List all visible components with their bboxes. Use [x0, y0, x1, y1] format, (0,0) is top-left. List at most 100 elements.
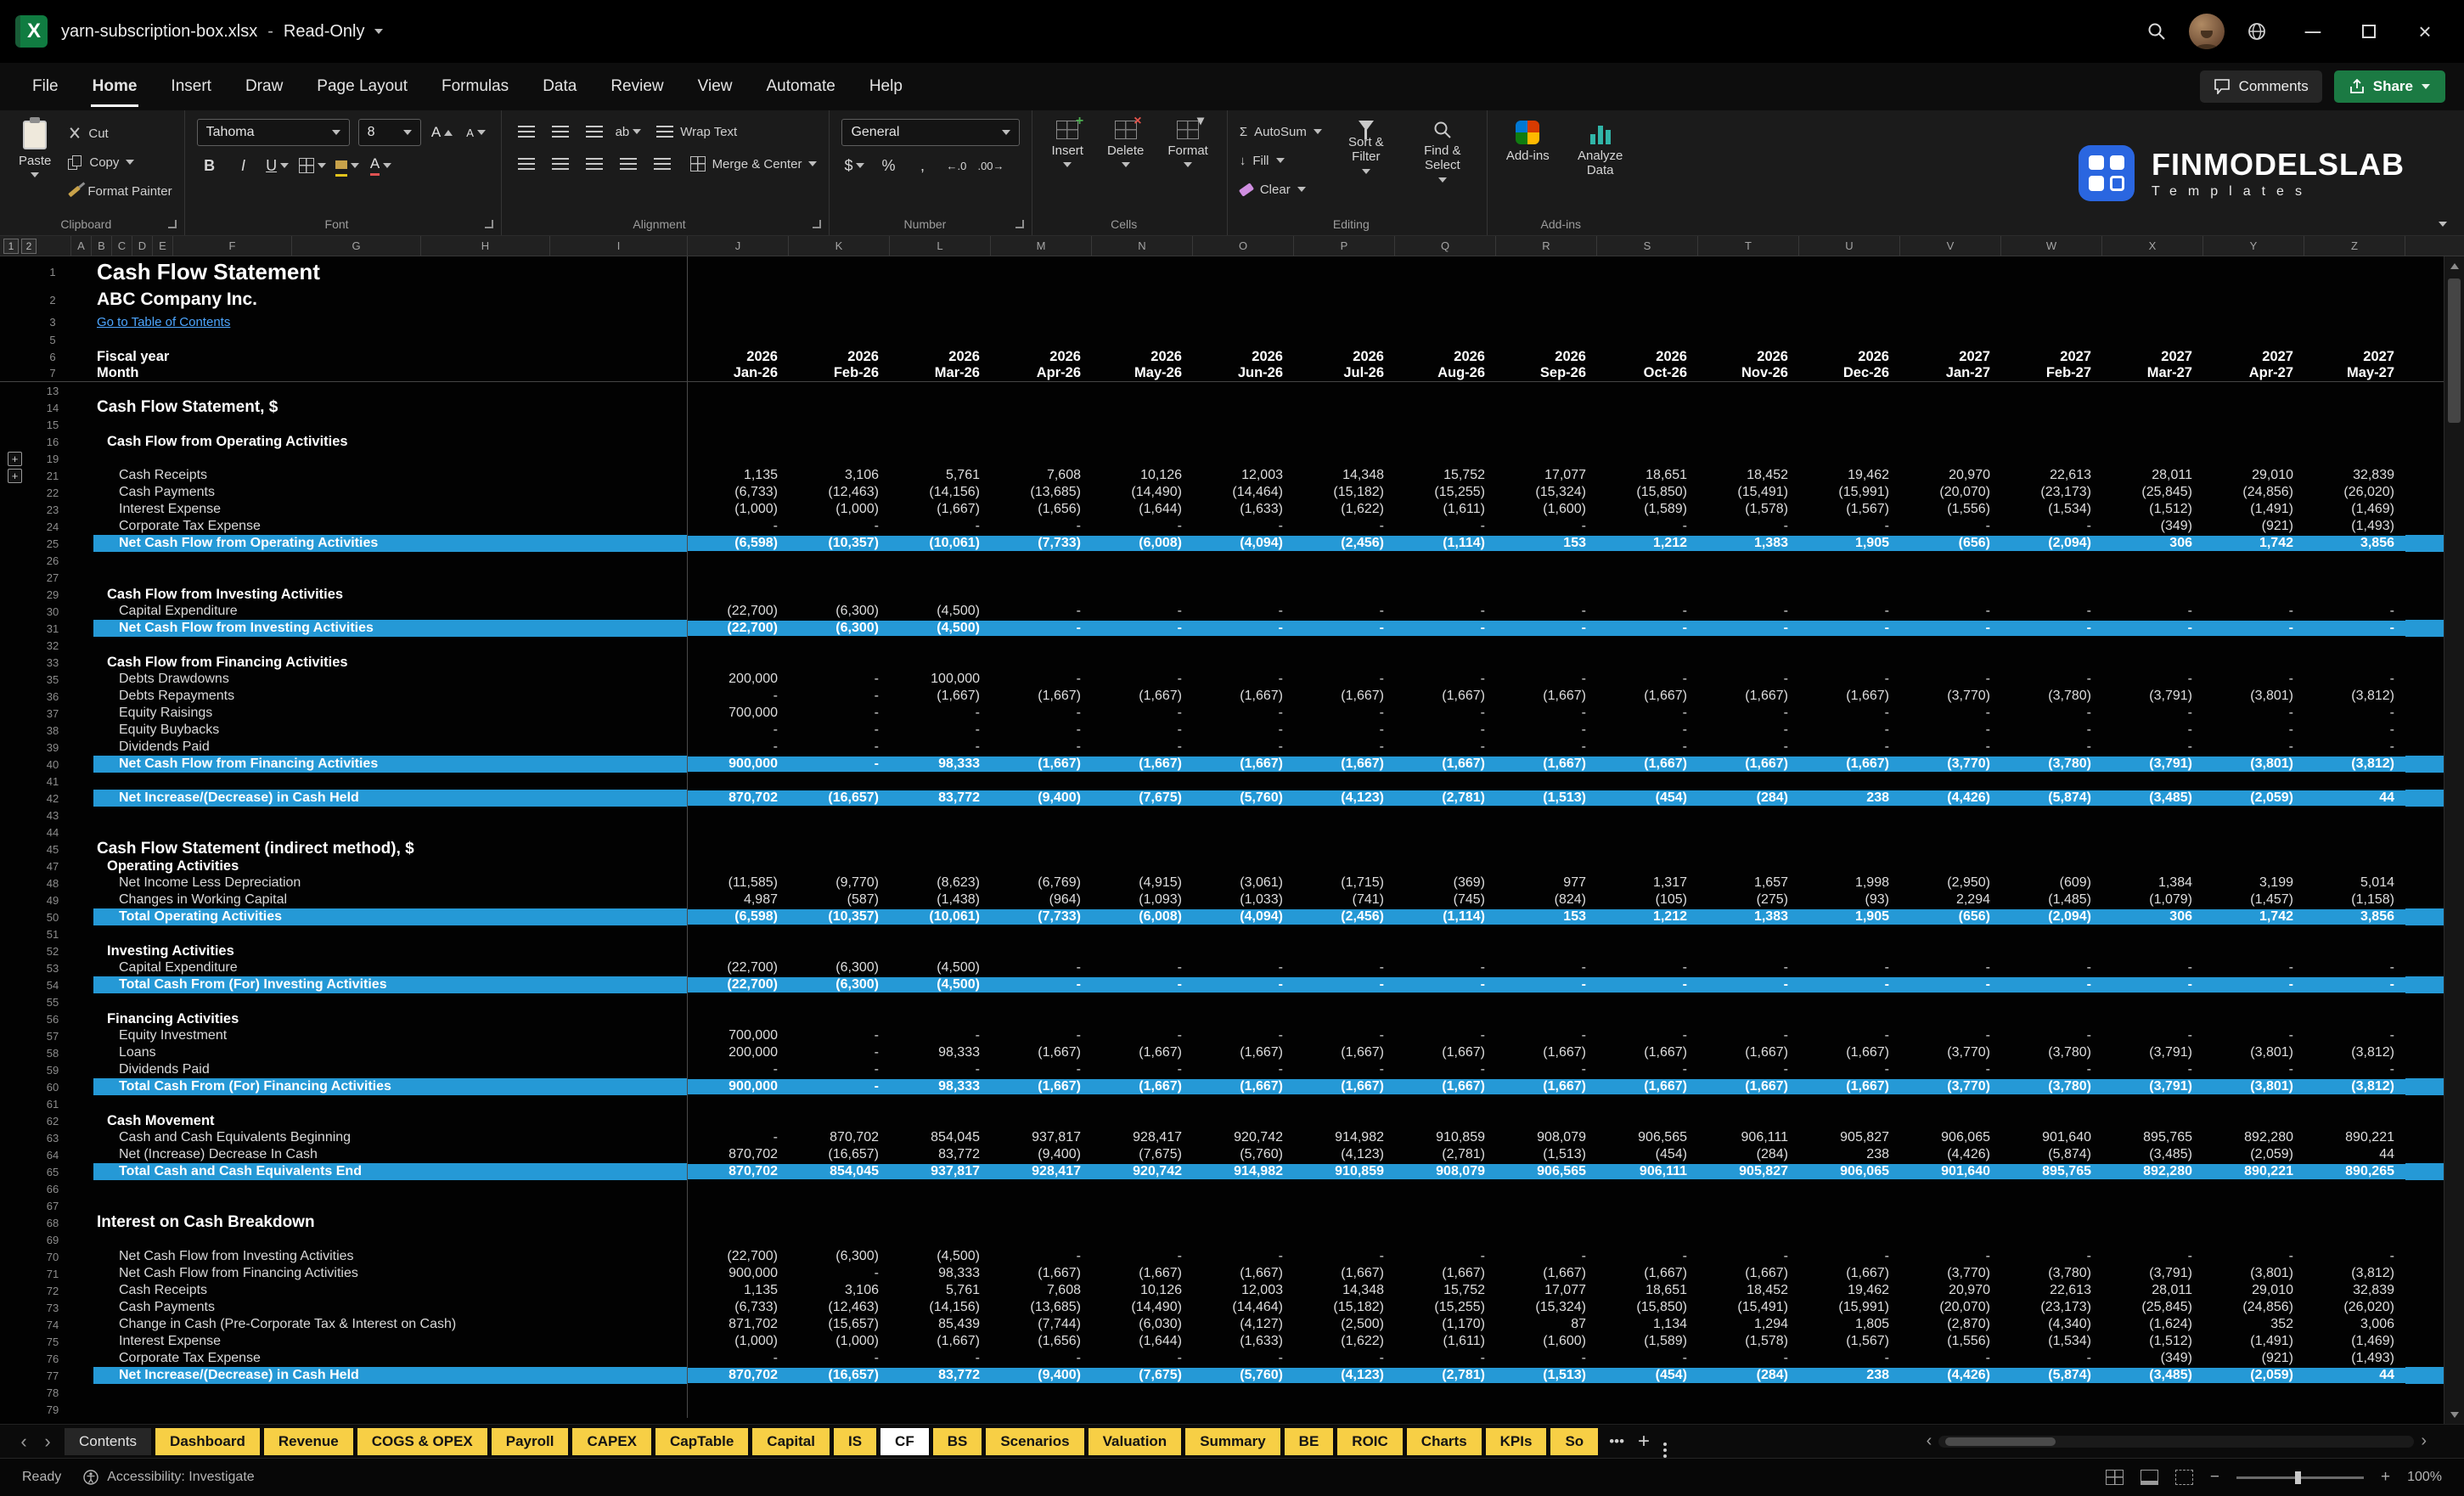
cell-O49[interactable]: (1,033)	[1193, 892, 1294, 908]
cell-Z22[interactable]: (26,020)	[2304, 485, 2405, 500]
search-button[interactable]	[2133, 9, 2180, 53]
cell-S48[interactable]: 1,317	[1597, 875, 1698, 891]
cell-T40[interactable]: (1,667)	[1698, 756, 1799, 772]
menu-review[interactable]: Review	[597, 63, 677, 110]
row-header-60[interactable]: 60	[34, 1081, 71, 1094]
cell-Y72[interactable]: 29,010	[2203, 1283, 2304, 1298]
cell-M39[interactable]: -	[991, 740, 1092, 755]
collapse-ribbon-button[interactable]	[2439, 222, 2447, 227]
cell-L21[interactable]: 5,761	[890, 468, 991, 483]
zoom-out-button[interactable]: −	[2210, 1468, 2219, 1487]
cell-X42[interactable]: (3,485)	[2102, 790, 2203, 806]
cell-label-row-58[interactable]: Loans	[71, 1044, 688, 1061]
cell-label-row-75[interactable]: Interest Expense	[71, 1333, 688, 1350]
row-header-19[interactable]: 19	[34, 453, 71, 465]
cell-Q38[interactable]: -	[1395, 723, 1496, 738]
cell-U73[interactable]: (15,991)	[1799, 1300, 1900, 1315]
cell-W60[interactable]: (3,780)	[2001, 1079, 2102, 1094]
cell-Z77[interactable]: 44	[2304, 1368, 2405, 1383]
cell-N42[interactable]: (7,675)	[1092, 790, 1193, 806]
cell-label-row-36[interactable]: Debts Repayments	[71, 688, 688, 705]
cell-V37[interactable]: -	[1900, 706, 2001, 721]
cell-U7[interactable]: Dec-26	[1799, 365, 1900, 381]
cell-L30[interactable]: (4,500)	[890, 604, 991, 619]
cell-label-row-78[interactable]	[71, 1384, 688, 1401]
row-header-70[interactable]: 70	[34, 1251, 71, 1263]
cell-S38[interactable]: -	[1597, 723, 1698, 738]
merge-center-button[interactable]: Merge & Center	[690, 153, 818, 175]
comma-style-button[interactable]: ,	[909, 153, 935, 178]
dialog-launcher-icon[interactable]	[813, 220, 821, 228]
cell-label-row-45[interactable]: Cash Flow Statement (indirect method), $	[71, 841, 688, 858]
cell-W50[interactable]: (2,094)	[2001, 909, 2102, 925]
cell-O31[interactable]: -	[1193, 621, 1294, 636]
row-header-43[interactable]: 43	[34, 809, 71, 822]
cell-Q35[interactable]: -	[1395, 672, 1496, 687]
cell-Q22[interactable]: (15,255)	[1395, 485, 1496, 500]
cell-Y42[interactable]: (2,059)	[2203, 790, 2304, 806]
cell-Y40[interactable]: (3,801)	[2203, 756, 2304, 772]
cell-O40[interactable]: (1,667)	[1193, 756, 1294, 772]
cell-V21[interactable]: 20,970	[1900, 468, 2001, 483]
cell-label-row-2[interactable]: ABC Company Inc.	[71, 287, 688, 312]
cell-O48[interactable]: (3,061)	[1193, 875, 1294, 891]
cell-N6[interactable]: 2026	[1092, 349, 1193, 365]
cell-P54[interactable]: -	[1294, 977, 1395, 993]
cell-Y22[interactable]: (24,856)	[2203, 485, 2304, 500]
cell-L58[interactable]: 98,333	[890, 1045, 991, 1060]
cell-W39[interactable]: -	[2001, 740, 2102, 755]
cell-L65[interactable]: 937,817	[890, 1164, 991, 1179]
cell-M6[interactable]: 2026	[991, 349, 1092, 365]
align-center-button[interactable]	[548, 151, 573, 177]
cell-P42[interactable]: (4,123)	[1294, 790, 1395, 806]
cell-U25[interactable]: 1,905	[1799, 536, 1900, 551]
cell-label-row-60[interactable]: Total Cash From (For) Financing Activiti…	[71, 1078, 688, 1095]
cell-Q6[interactable]: 2026	[1395, 349, 1496, 365]
cell-R48[interactable]: 977	[1496, 875, 1597, 891]
cell-X40[interactable]: (3,791)	[2102, 756, 2203, 772]
outline-level-2[interactable]: 2	[21, 239, 37, 254]
cell-P39[interactable]: -	[1294, 740, 1395, 755]
cell-X49[interactable]: (1,079)	[2102, 892, 2203, 908]
cell-O74[interactable]: (4,127)	[1193, 1317, 1294, 1332]
sheet-tab-payroll[interactable]: Payroll	[492, 1428, 569, 1455]
row-header-50[interactable]: 50	[34, 911, 71, 924]
column-header-K[interactable]: K	[789, 236, 890, 256]
cell-Z75[interactable]: (1,469)	[2304, 1334, 2405, 1349]
cell-S58[interactable]: (1,667)	[1597, 1045, 1698, 1060]
scroll-down-icon[interactable]	[2444, 1405, 2464, 1424]
cell-K65[interactable]: 854,045	[789, 1164, 890, 1179]
cell-R30[interactable]: -	[1496, 604, 1597, 619]
window-title[interactable]: yarn-subscription-box.xlsx - Read-Only	[61, 22, 383, 42]
zoom-level[interactable]: 100%	[2407, 1470, 2442, 1485]
cell-K48[interactable]: (9,770)	[789, 875, 890, 891]
fill-button[interactable]: ↓Fill	[1240, 149, 1322, 172]
cell-label-row-25[interactable]: Net Cash Flow from Operating Activities	[71, 535, 688, 552]
cell-J24[interactable]: -	[688, 519, 789, 534]
cell-V65[interactable]: 901,640	[1900, 1164, 2001, 1179]
cell-P25[interactable]: (2,456)	[1294, 536, 1395, 551]
cell-M74[interactable]: (7,744)	[991, 1317, 1092, 1332]
menu-help[interactable]: Help	[856, 63, 916, 110]
column-header-Q[interactable]: Q	[1395, 236, 1496, 256]
cell-L59[interactable]: -	[890, 1062, 991, 1077]
cell-U31[interactable]: -	[1799, 621, 1900, 636]
row-header-14[interactable]: 14	[34, 402, 71, 414]
cell-M60[interactable]: (1,667)	[991, 1079, 1092, 1094]
menu-view[interactable]: View	[684, 63, 746, 110]
cell-Q70[interactable]: -	[1395, 1249, 1496, 1264]
cell-S42[interactable]: (454)	[1597, 790, 1698, 806]
cell-Y35[interactable]: -	[2203, 672, 2304, 687]
horizontal-scroll-track[interactable]	[1938, 1436, 2414, 1448]
cell-Z25[interactable]: 3,856	[2304, 536, 2405, 551]
menu-data[interactable]: Data	[529, 63, 590, 110]
cell-X53[interactable]: -	[2102, 960, 2203, 976]
cell-O35[interactable]: -	[1193, 672, 1294, 687]
cell-W63[interactable]: 901,640	[2001, 1130, 2102, 1145]
cell-S65[interactable]: 906,111	[1597, 1164, 1698, 1179]
cell-L37[interactable]: -	[890, 706, 991, 721]
cell-X76[interactable]: (349)	[2102, 1351, 2203, 1366]
cell-W72[interactable]: 22,613	[2001, 1283, 2102, 1298]
cell-V58[interactable]: (3,770)	[1900, 1045, 2001, 1060]
column-header-W[interactable]: W	[2001, 236, 2102, 256]
